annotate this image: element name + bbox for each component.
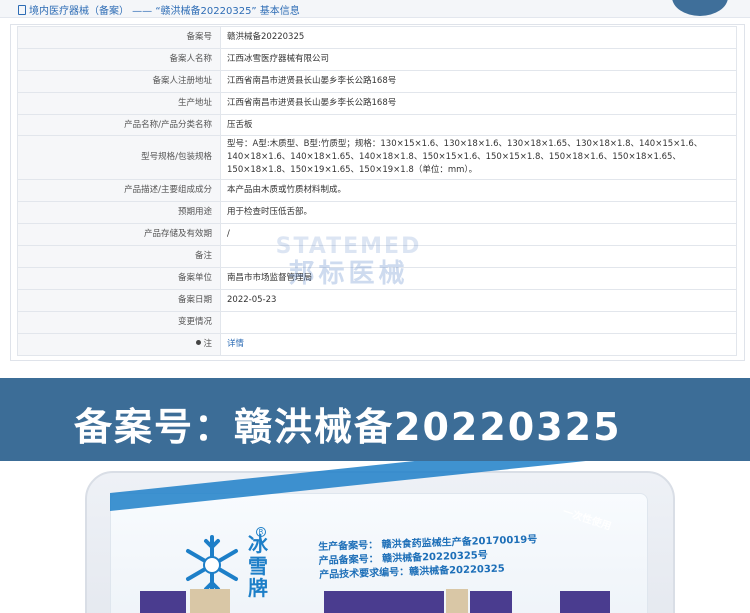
row-value: 用于检查时压低舌部。 <box>220 201 737 224</box>
table-row: 生产地址 江西省南昌市进贤县长山晏乡李长公路168号 <box>17 92 737 115</box>
table-row: 备案人名称 江西冰雪医疗器械有限公司 <box>17 48 737 71</box>
row-value: / <box>220 223 737 246</box>
row-label: 预期用途 <box>17 201 221 224</box>
brand-name: 冰雪牌 <box>248 532 268 600</box>
note-label: 注 <box>203 339 212 349</box>
table-row: 备案号 赣洪械备20220325 <box>17 26 737 49</box>
tongue-depressor-visible <box>446 589 468 613</box>
package-print-block <box>324 591 444 613</box>
record-detail-panel: 备案号 赣洪械备20220325 备案人名称 江西冰雪医疗器械有限公司 备案人注… <box>10 24 745 361</box>
table-row: 产品描述/主要组成成分 本产品由木质或竹质材料制成。 <box>17 179 737 202</box>
row-label: 变更情况 <box>17 311 221 334</box>
row-label: 生产地址 <box>17 92 221 115</box>
row-value: 详情 <box>220 333 737 356</box>
breadcrumb[interactable]: 境内医疗器械（备案） —— “赣洪械备20220325” 基本信息 <box>18 2 300 17</box>
table-row: 型号规格/包装规格 型号：A型:木质型、B型:竹质型；规格：130×15×1.6… <box>17 135 737 180</box>
table-row: 产品名称/产品分类名称 压舌板 <box>17 114 737 136</box>
row-label: 备案人注册地址 <box>17 70 221 93</box>
row-value <box>220 311 737 334</box>
row-label: 型号规格/包装规格 <box>17 135 221 180</box>
record-number-banner: 备案号：赣洪械备20220325 <box>0 378 750 461</box>
row-value: 型号：A型:木质型、B型:竹质型；规格：130×15×1.6、130×18×1.… <box>220 135 737 180</box>
row-label: 产品存储及有效期 <box>17 223 221 246</box>
package-print-block <box>470 591 512 613</box>
bullet-icon <box>196 340 202 345</box>
row-label: 备注 <box>17 245 221 268</box>
table-row: 备案人注册地址 江西省南昌市进贤县长山晏乡李长公路168号 <box>17 70 737 93</box>
product-photo: 一次性使用 R 冰雪牌 生产备案号： 赣洪食药监械生产备20170019号 产品… <box>0 461 750 613</box>
table-row: 注 详情 <box>17 333 737 356</box>
tongue-depressor-visible <box>190 589 230 613</box>
row-value: 江西省南昌市进贤县长山晏乡李长公路168号 <box>220 92 737 115</box>
table-row: 备案单位 南昌市市场监督管理局 <box>17 267 737 290</box>
row-value: 江西省南昌市进贤县长山晏乡李长公路168号 <box>220 70 737 93</box>
row-label: 备案人名称 <box>17 48 221 71</box>
row-label: 产品名称/产品分类名称 <box>17 114 221 136</box>
row-value: 压舌板 <box>220 114 737 136</box>
snowflake-logo-icon <box>186 535 238 595</box>
package-info-lines: 生产备案号： 赣洪食药监械生产备20170019号 产品备案号： 赣洪械备202… <box>318 533 538 583</box>
package-print-block <box>560 591 610 613</box>
row-value <box>220 245 737 268</box>
row-value: 赣洪械备20220325 <box>220 26 737 49</box>
breadcrumb-text: 境内医疗器械（备案） —— “赣洪械备20220325” 基本信息 <box>29 6 300 17</box>
row-value: 江西冰雪医疗器械有限公司 <box>220 48 737 71</box>
row-value: 本产品由木质或竹质材料制成。 <box>220 179 737 202</box>
document-icon <box>18 5 26 15</box>
row-label: 备案号 <box>17 26 221 49</box>
details-link[interactable]: 详情 <box>227 339 244 349</box>
row-value: 南昌市市场监督管理局 <box>220 267 737 290</box>
header-bar: 境内医疗器械（备案） —— “赣洪械备20220325” 基本信息 <box>0 0 750 18</box>
record-detail-table: 备案号 赣洪械备20220325 备案人名称 江西冰雪医疗器械有限公司 备案人注… <box>17 26 737 356</box>
row-label: 注 <box>17 333 221 356</box>
table-row: 备注 <box>17 245 737 268</box>
table-row: 备案日期 2022-05-23 <box>17 289 737 312</box>
table-row: 变更情况 <box>17 311 737 334</box>
row-value: 2022-05-23 <box>220 289 737 312</box>
row-label: 产品描述/主要组成成分 <box>17 179 221 202</box>
row-label: 备案日期 <box>17 289 221 312</box>
table-row: 产品存储及有效期 / <box>17 223 737 246</box>
package-print-block <box>140 591 186 613</box>
banner-title: 备案号：赣洪械备20220325 <box>74 405 622 449</box>
row-label: 备案单位 <box>17 267 221 290</box>
decorative-circle <box>672 0 728 16</box>
table-row: 预期用途 用于检查时压低舌部。 <box>17 201 737 224</box>
